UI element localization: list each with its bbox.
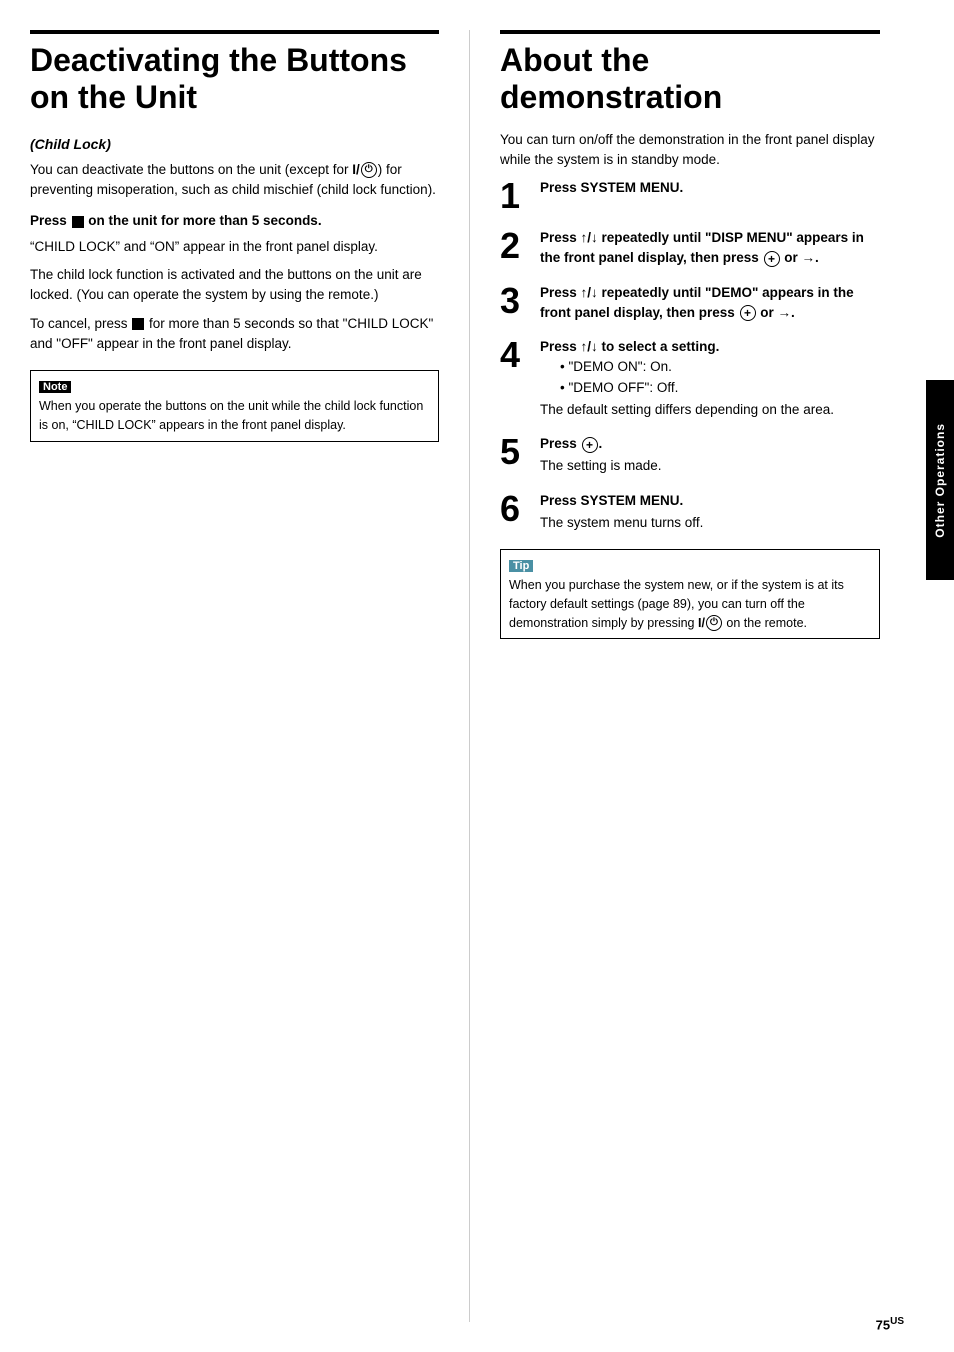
circle-plus-icon-3: +: [740, 305, 756, 321]
note-label: Note: [39, 381, 71, 393]
step-1-number: 1: [500, 178, 530, 214]
step-6: 6 Press SYSTEM MENU. The system menu tur…: [500, 491, 880, 534]
step-6-main: Press SYSTEM MENU.: [540, 491, 880, 511]
child-lock-para3: To cancel, press for more than 5 seconds…: [30, 314, 439, 355]
step-4-bullet2: "DEMO OFF": Off.: [560, 378, 880, 398]
tip-box: Tip When you purchase the system new, or…: [500, 549, 880, 639]
square-icon: [72, 216, 84, 228]
step-6-content: Press SYSTEM MENU. The system menu turns…: [540, 491, 880, 534]
step-5-content: Press +. The setting is made.: [540, 434, 880, 477]
left-column: Deactivating the Buttons on the Unit (Ch…: [30, 30, 470, 1322]
page-number: 75: [876, 1317, 890, 1332]
step-5: 5 Press +. The setting is made.: [500, 434, 880, 477]
side-tab: Other Operations: [926, 380, 954, 580]
step-4-main: Press ↑/↓ to select a setting.: [540, 337, 880, 357]
power-icon: [361, 162, 377, 178]
step-4-bullet1: "DEMO ON": On.: [560, 357, 880, 377]
step-6-sub: The system menu turns off.: [540, 513, 880, 533]
step-2: 2 Press ↑/↓ repeatedly until "DISP MENU"…: [500, 228, 880, 269]
left-section-title: Deactivating the Buttons on the Unit: [30, 42, 439, 116]
press-square-heading: Press on the unit for more than 5 second…: [30, 212, 439, 231]
note-text: When you operate the buttons on the unit…: [39, 397, 430, 435]
page-footer: 75US: [876, 1316, 904, 1332]
step-5-main: Press +.: [540, 434, 880, 454]
left-title-bar: [30, 30, 439, 34]
step-4-after: The default setting differs depending on…: [540, 400, 880, 420]
right-section-title: About the demonstration: [500, 42, 880, 116]
right-title-bar: [500, 30, 880, 34]
step-6-number: 6: [500, 491, 530, 527]
step-5-number: 5: [500, 434, 530, 470]
step-3: 3 Press ↑/↓ repeatedly until "DEMO" appe…: [500, 283, 880, 324]
power-icon-tip: [706, 615, 722, 631]
step-4-content: Press ↑/↓ to select a setting. "DEMO ON"…: [540, 337, 880, 420]
step-3-number: 3: [500, 283, 530, 319]
right-column: About the demonstration You can turn on/…: [470, 30, 910, 1322]
step-3-main: Press ↑/↓ repeatedly until "DEMO" appear…: [540, 285, 854, 320]
tip-label: Tip: [509, 560, 533, 572]
square-cancel-icon: [132, 318, 144, 330]
step-4: 4 Press ↑/↓ to select a setting. "DEMO O…: [500, 337, 880, 420]
side-tab-label: Other Operations: [933, 423, 947, 538]
step-1-content: Press SYSTEM MENU.: [540, 178, 880, 198]
child-lock-para1: “CHILD LOCK” and “ON” appear in the fron…: [30, 237, 439, 257]
left-intro-text: You can deactivate the buttons on the un…: [30, 160, 439, 201]
step-2-content: Press ↑/↓ repeatedly until "DISP MENU" a…: [540, 228, 880, 269]
step-1-main: Press SYSTEM MENU.: [540, 180, 683, 195]
circle-plus-icon-2: +: [764, 251, 780, 267]
step-2-main: Press ↑/↓ repeatedly until "DISP MENU" a…: [540, 230, 864, 265]
page-container: Deactivating the Buttons on the Unit (Ch…: [0, 0, 954, 1352]
right-intro: You can turn on/off the demonstration in…: [500, 130, 880, 171]
note-box: Note When you operate the buttons on the…: [30, 370, 439, 442]
circle-plus-icon-5: +: [582, 437, 598, 453]
tip-text: When you purchase the system new, or if …: [509, 576, 871, 632]
child-lock-para2: The child lock function is activated and…: [30, 265, 439, 306]
child-lock-heading: (Child Lock): [30, 136, 439, 152]
page-suffix: US: [890, 1316, 904, 1327]
step-2-number: 2: [500, 228, 530, 264]
step-1: 1 Press SYSTEM MENU.: [500, 178, 880, 214]
step-3-content: Press ↑/↓ repeatedly until "DEMO" appear…: [540, 283, 880, 324]
step-5-sub: The setting is made.: [540, 456, 880, 476]
step-4-number: 4: [500, 337, 530, 373]
